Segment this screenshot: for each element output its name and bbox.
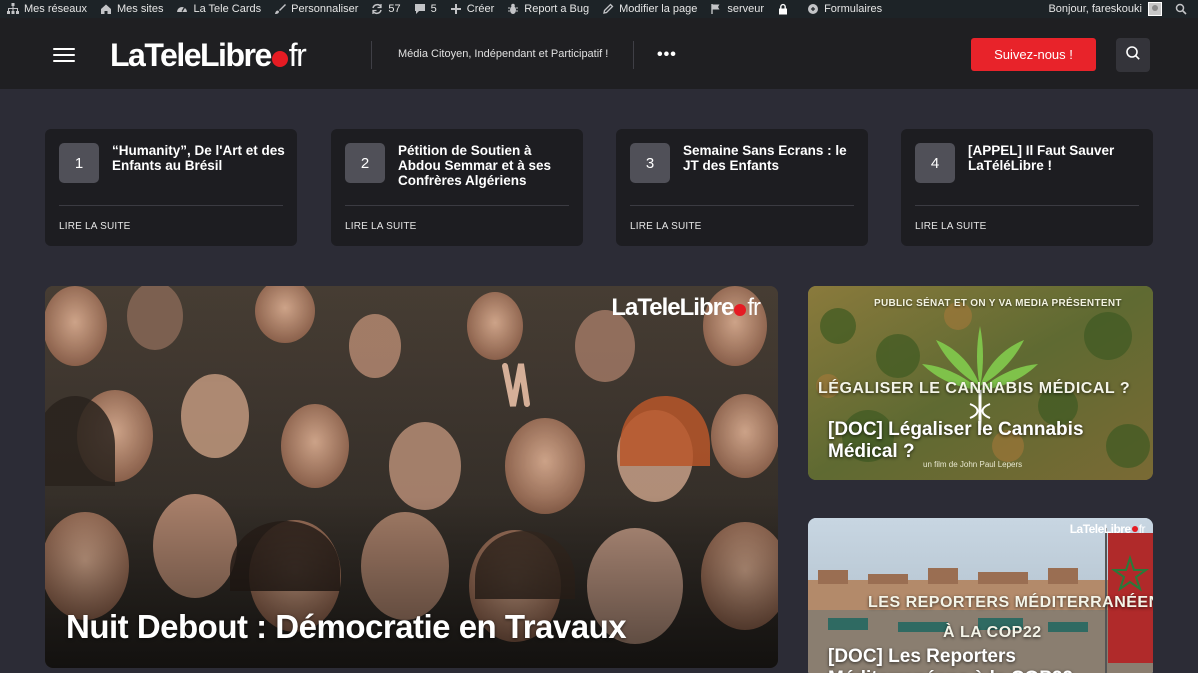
top-story-card[interactable]: 1 “Humanity”, De l'Art et des Enfants au… — [45, 129, 297, 246]
overlay-caption: PUBLIC SÉNAT ET ON Y VA MEDIA PRÉSENTENT — [874, 298, 1122, 309]
overlay-title: LES REPORTERS MÉDITERRANÉENS — [868, 594, 1153, 611]
menu-line — [53, 60, 75, 62]
adminbar-label: Mes sites — [116, 3, 164, 15]
adminbar-label: Formulaires — [824, 3, 883, 15]
adminbar-comments[interactable]: 5 — [407, 0, 443, 18]
top-story-card[interactable]: 4 [APPEL] Il Faut Sauver LaTéléLibre ! L… — [901, 129, 1153, 246]
adminbar-server[interactable]: serveur — [703, 0, 770, 18]
side-watermark: LaTeleLibre fr — [1069, 522, 1146, 536]
network-icon — [6, 2, 20, 16]
adminbar-tele-cards[interactable]: La Tele Cards — [169, 0, 267, 18]
adminbar-label: La Tele Cards — [193, 3, 262, 15]
watermark-text: LaTeleLibre — [1069, 522, 1131, 536]
read-more-link[interactable]: LIRE LA SUITE — [915, 221, 987, 232]
follow-button[interactable]: Suivez-nous ! — [971, 38, 1096, 71]
dashboard-icon — [175, 2, 189, 16]
adminbar-customize[interactable]: Personnaliser — [267, 0, 364, 18]
adminbar-edit-page[interactable]: Modifier la page — [595, 0, 703, 18]
adminbar-my-networks[interactable]: Mes réseaux — [0, 0, 93, 18]
top-story-card[interactable]: 2 Pétition de Soutien à Abdou Semmar et … — [331, 129, 583, 246]
forms-icon — [806, 2, 820, 16]
menu-button[interactable] — [53, 48, 75, 62]
story-title[interactable]: “Humanity”, De l'Art et des Enfants au B… — [112, 143, 287, 173]
logo-text: LaTeleLibre — [110, 37, 272, 73]
adminbar-label: 5 — [430, 3, 437, 15]
adminbar-label: 57 — [388, 3, 401, 15]
story-title[interactable]: [APPEL] Il Faut Sauver LaTéléLibre ! — [968, 143, 1143, 173]
plus-icon — [449, 2, 463, 16]
avatar — [1148, 2, 1162, 16]
watermark-text: LaTeleLibre — [611, 294, 734, 321]
story-title[interactable]: Pétition de Soutien à Abdou Semmar et à … — [398, 143, 573, 188]
site-tagline: Média Citoyen, Indépendant et Participat… — [398, 48, 609, 60]
read-more-link[interactable]: LIRE LA SUITE — [59, 221, 131, 232]
adminbar-label: Modifier la page — [619, 3, 698, 15]
adminbar-search[interactable] — [1168, 0, 1198, 18]
menu-line — [53, 48, 75, 50]
read-more-link[interactable]: LIRE LA SUITE — [630, 221, 702, 232]
story-number: 1 — [59, 143, 99, 183]
adminbar-label: Créer — [466, 3, 495, 15]
story-title[interactable]: Semaine Sans Ecrans : le JT des Enfants — [683, 143, 858, 173]
bug-icon — [506, 2, 520, 16]
read-more-link[interactable]: LIRE LA SUITE — [345, 221, 417, 232]
divider — [371, 41, 372, 69]
adminbar-label: Personnaliser — [291, 3, 359, 15]
watermark-suffix: fr — [1138, 522, 1146, 536]
divider — [630, 205, 854, 206]
divider — [59, 205, 283, 206]
adminbar-my-sites[interactable]: Mes sites — [93, 0, 169, 18]
adminbar-updates[interactable]: 57 — [364, 0, 406, 18]
hero-watermark: LaTeleLibre fr — [611, 294, 761, 322]
story-number: 4 — [915, 143, 955, 183]
site-header: LaTeleLibre fr Média Citoyen, Indépendant… — [0, 18, 1198, 89]
flag-icon — [709, 2, 723, 16]
story-number: 3 — [630, 143, 670, 183]
adminbar-forms[interactable]: Formulaires — [800, 0, 888, 18]
search-icon — [1125, 45, 1141, 66]
featured-title[interactable]: Nuit Debout : Démocratie en Travaux — [66, 608, 627, 646]
side-article-title[interactable]: [DOC] Légaliser le Cannabis Médical ? — [828, 419, 1138, 463]
divider — [915, 205, 1139, 206]
comments-icon — [413, 2, 427, 16]
lock-icon — [776, 2, 790, 16]
top-story-card[interactable]: 3 Semaine Sans Ecrans : le JT des Enfant… — [616, 129, 868, 246]
more-menu-button[interactable]: ••• — [657, 46, 677, 64]
adminbar-label: Mes réseaux — [24, 3, 87, 15]
search-button[interactable] — [1116, 38, 1150, 72]
brush-icon — [273, 2, 287, 16]
watermark-suffix: fr — [747, 294, 761, 321]
divider — [345, 205, 569, 206]
adminbar-create[interactable]: Créer — [443, 0, 501, 18]
admin-bar: Mes réseaux Mes sites La Tele Cards Pers… — [0, 0, 1198, 18]
adminbar-account[interactable]: Bonjour, fareskouki — [1042, 0, 1168, 18]
logo-suffix: fr — [288, 37, 307, 73]
search-icon — [1174, 2, 1188, 16]
adminbar-report-bug[interactable]: Report a Bug — [500, 0, 595, 18]
overlay-title: LÉGALISER LE CANNABIS MÉDICAL ? — [818, 380, 1131, 397]
site-logo[interactable]: LaTeleLibre fr — [110, 37, 307, 74]
side-article[interactable]: PUBLIC SÉNAT ET ON Y VA MEDIA PRÉSENTENT… — [808, 286, 1153, 480]
logo-dot — [1131, 526, 1138, 532]
side-article[interactable]: LaTeleLibre fr LES REPORTERS MÉDITERRANÉE… — [808, 518, 1153, 673]
adminbar-lock[interactable] — [770, 0, 800, 18]
updates-icon — [370, 2, 384, 16]
logo-dot — [734, 304, 747, 316]
pencil-icon — [601, 2, 615, 16]
adminbar-label: Report a Bug — [524, 3, 590, 15]
home-icon — [99, 2, 113, 16]
menu-line — [53, 54, 75, 56]
story-number: 2 — [345, 143, 385, 183]
logo-dot — [271, 50, 288, 67]
adminbar-label: serveur — [727, 3, 765, 15]
greeting-text: Bonjour, fareskouki — [1048, 3, 1142, 15]
divider — [633, 41, 634, 69]
featured-article[interactable]: LaTeleLibre fr Nuit Debout : Démocratie e… — [45, 286, 778, 668]
side-article-title[interactable]: [DOC] Les Reporters Méditerranéens à la … — [828, 646, 1138, 673]
overlay-title: À LA COP22 — [943, 624, 1042, 641]
